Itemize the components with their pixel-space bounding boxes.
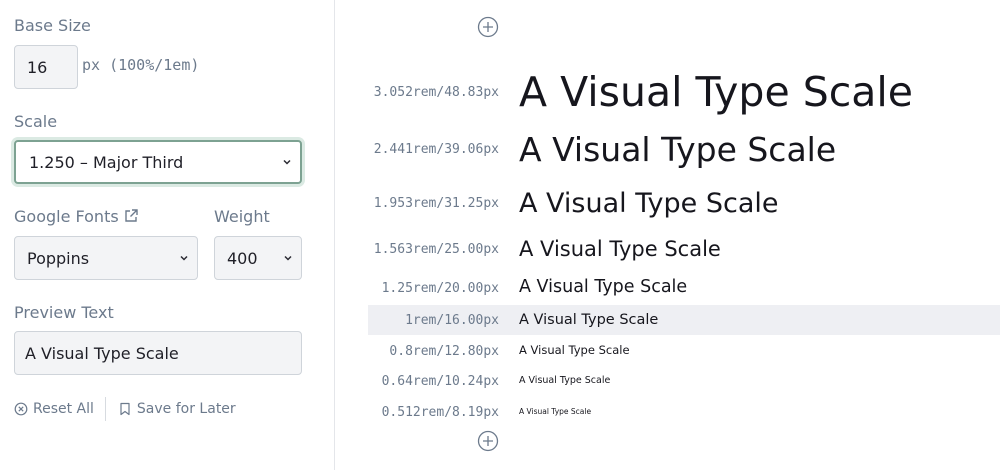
- bookmark-icon: [120, 402, 130, 416]
- size-label: 1.563rem/25.00px: [373, 241, 499, 257]
- sample-text: A Visual Type Scale: [519, 129, 837, 169]
- scale-selected-value: 1.250 – Major Third: [29, 152, 184, 172]
- font-select[interactable]: Poppins: [14, 236, 198, 280]
- chevron-down-icon: [283, 159, 291, 165]
- sample-text: A Visual Type Scale: [519, 67, 914, 116]
- reset-all-label: Reset All: [33, 401, 94, 417]
- reset-all-button[interactable]: Reset All: [14, 401, 94, 417]
- scale-row-1: 3.052rem/48.83px A Visual Type Scale: [368, 55, 1000, 129]
- size-label: 1.953rem/31.25px: [373, 195, 499, 211]
- scale-row-4: 1.563rem/25.00px A Visual Type Scale: [368, 234, 1000, 264]
- sample-text: A Visual Type Scale: [519, 375, 611, 387]
- plus-circle-icon[interactable]: [476, 15, 500, 39]
- save-for-later-button[interactable]: Save for Later: [118, 401, 236, 417]
- scale-label: Scale: [14, 112, 58, 131]
- size-label: 2.441rem/39.06px: [373, 141, 499, 157]
- chevron-down-icon: [284, 255, 292, 261]
- chevron-down-icon: [180, 255, 188, 261]
- google-fonts-label: Google Fonts: [14, 207, 139, 226]
- scale-row-5: 1.25rem/20.00px A Visual Type Scale: [368, 275, 1000, 301]
- base-size-unit: px (100%/1em): [82, 56, 200, 74]
- size-label: 3.052rem/48.83px: [373, 84, 499, 100]
- size-label: 0.512rem/8.19px: [381, 404, 499, 420]
- preview-text-input[interactable]: A Visual Type Scale: [14, 331, 302, 375]
- scale-row-2: 2.441rem/39.06px A Visual Type Scale: [368, 124, 1000, 174]
- preview-text-value: A Visual Type Scale: [25, 343, 179, 363]
- sample-text: A Visual Type Scale: [519, 311, 659, 328]
- base-size-value: 16: [27, 57, 48, 77]
- scale-row-7: 0.8rem/12.80px A Visual Type Scale: [368, 340, 1000, 362]
- sample-text: A Visual Type Scale: [519, 343, 630, 358]
- size-label: 1.25rem/20.00px: [381, 280, 499, 296]
- weight-selected-value: 400: [227, 248, 258, 268]
- scale-row-6-base: 1rem/16.00px A Visual Type Scale: [368, 305, 1000, 335]
- size-label: 1rem/16.00px: [405, 312, 499, 328]
- save-for-later-label: Save for Later: [136, 401, 236, 417]
- plus-circle-icon[interactable]: [476, 429, 500, 453]
- type-scale-preview: 3.052rem/48.83px A Visual Type Scale 2.4…: [336, 0, 1000, 470]
- scale-select[interactable]: 1.250 – Major Third: [14, 140, 302, 184]
- weight-select[interactable]: 400: [214, 236, 302, 280]
- base-size-input[interactable]: 16: [14, 45, 78, 89]
- scale-row-9: 0.512rem/8.19px A Visual Type Scale: [368, 402, 1000, 422]
- sample-text: A Visual Type Scale: [519, 236, 721, 261]
- x-circle-icon: [14, 402, 28, 416]
- action-divider: [104, 397, 106, 421]
- sample-text: A Visual Type Scale: [519, 187, 779, 219]
- preview-text-label: Preview Text: [14, 303, 114, 322]
- action-bar: Reset All Save for Later: [14, 397, 236, 421]
- size-label: 0.64rem/10.24px: [381, 373, 499, 389]
- scale-row-8: 0.64rem/10.24px A Visual Type Scale: [368, 371, 1000, 391]
- base-size-label: Base Size: [14, 16, 91, 35]
- settings-panel: Base Size 16 px (100%/1em) Scale 1.250 –…: [0, 0, 335, 470]
- external-link-icon[interactable]: [123, 208, 139, 224]
- weight-label: Weight: [214, 207, 270, 226]
- font-selected-value: Poppins: [27, 248, 90, 268]
- sample-text: A Visual Type Scale: [519, 277, 688, 298]
- sample-text: A Visual Type Scale: [519, 407, 592, 417]
- size-label: 0.8rem/12.80px: [389, 343, 499, 359]
- scale-row-3: 1.953rem/31.25px A Visual Type Scale: [368, 184, 1000, 222]
